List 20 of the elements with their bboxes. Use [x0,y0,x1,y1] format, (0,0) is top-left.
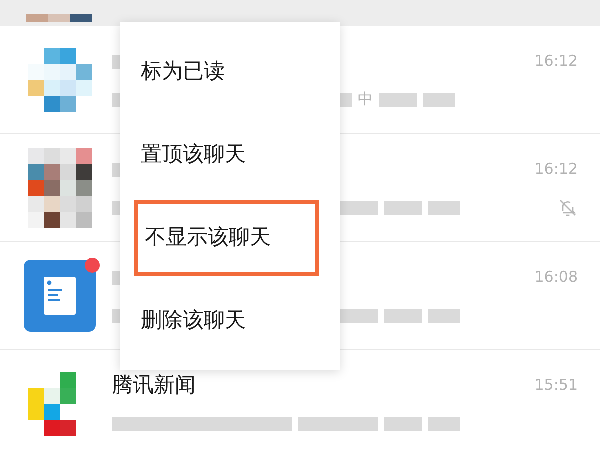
redacted-text [384,416,422,430]
chat-time: 15:51 [534,375,578,396]
chat-time: 16:12 [534,159,578,180]
redacted-text [384,308,422,322]
menu-item[interactable]: 标为已读 [134,34,319,110]
redacted-text [428,308,460,322]
redacted-text [428,200,460,214]
message-preview: 中 [358,89,373,110]
redacted-text [428,416,460,430]
redacted-text [423,92,455,106]
redacted-text [379,92,417,106]
muted-bell-icon [558,198,578,218]
chat-name: 腾讯新闻 [112,372,196,399]
chat-time: 16:08 [534,267,578,288]
menu-item[interactable]: 置顶该聊天 [134,116,319,192]
menu-item[interactable]: 不显示该聊天 [134,200,319,276]
chat-time: 16:12 [534,51,578,72]
menu-item[interactable]: 删除该聊天 [134,282,319,358]
redacted-text [384,200,422,214]
document-icon [24,260,96,332]
